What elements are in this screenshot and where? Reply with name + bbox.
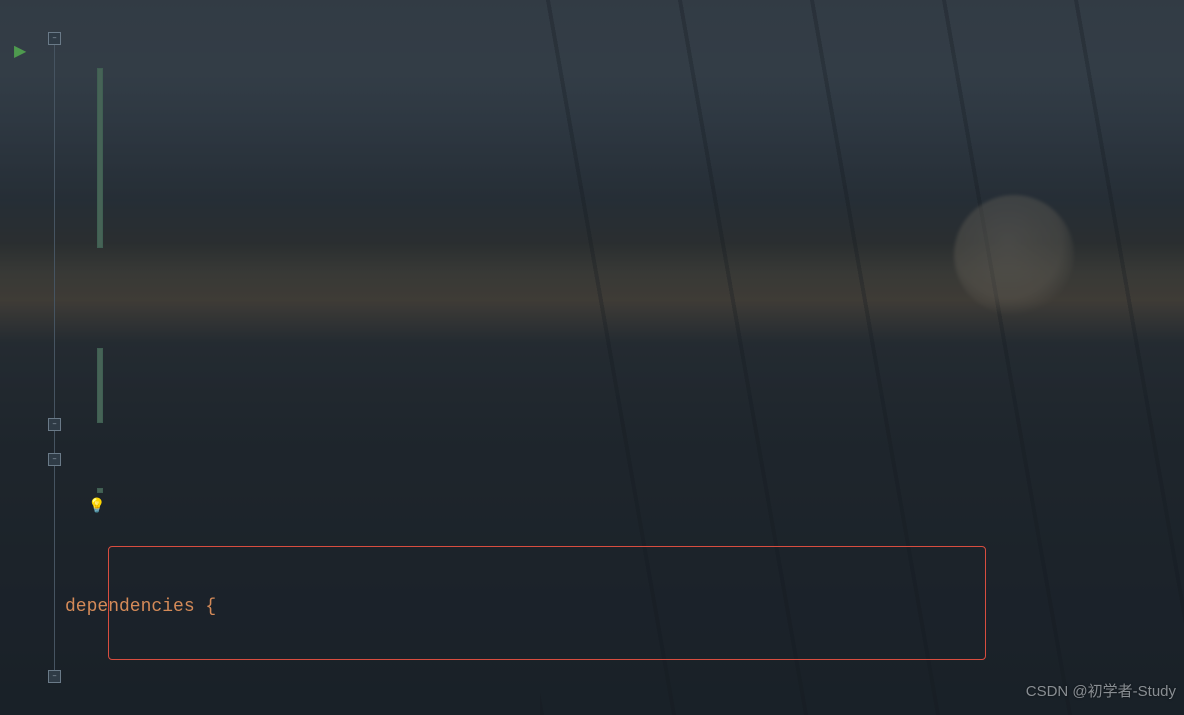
code-editor[interactable]: ▶ – – – – 💡 dependencies { implementatio…	[0, 0, 1184, 715]
fold-node-mid2[interactable]: –	[48, 453, 61, 466]
fold-node-mid1[interactable]: –	[48, 418, 61, 431]
watermark: CSDN @初学者-Study	[1026, 674, 1176, 709]
run-icon[interactable]: ▶	[14, 35, 26, 70]
fold-node-top[interactable]: –	[48, 32, 61, 45]
block-guide-1	[97, 68, 103, 248]
keyword-dependencies: dependencies {	[65, 597, 216, 617]
fold-node-bottom[interactable]: –	[48, 670, 61, 683]
code-line: dependencies {	[0, 590, 1184, 625]
lightbulb-icon[interactable]: 💡	[88, 490, 105, 525]
block-guide-2	[97, 348, 103, 423]
fold-guide-line	[54, 35, 55, 680]
